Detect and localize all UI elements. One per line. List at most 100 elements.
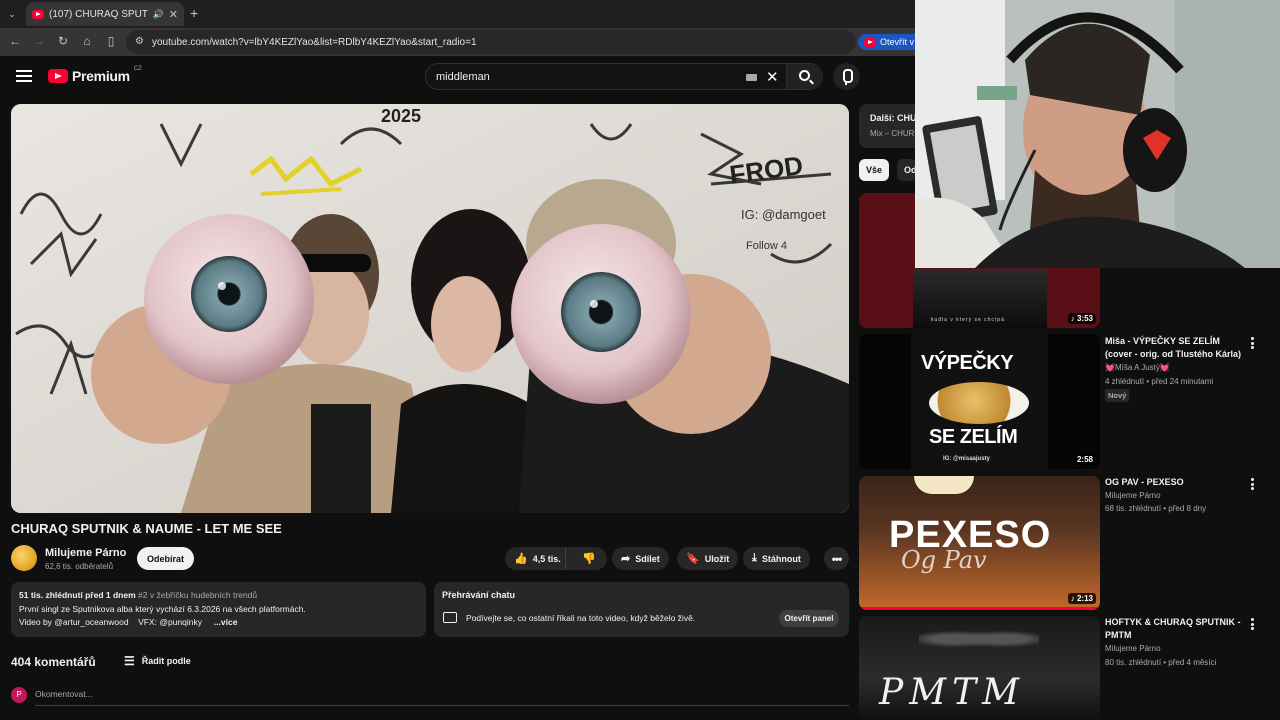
- bookmark-icon: 🔖: [686, 553, 700, 565]
- video-duration: ♪ 2:13: [1067, 593, 1096, 604]
- music-note-icon: ♪: [1070, 594, 1075, 603]
- like-dislike-group: 👍 4,5 tis. 👎: [505, 547, 607, 570]
- clear-search-icon[interactable]: ✕: [766, 68, 779, 86]
- keyboard-icon[interactable]: [746, 74, 757, 81]
- new-tab-button[interactable]: +: [190, 5, 198, 21]
- like-count: 4,5 tis.: [532, 553, 561, 564]
- search-icon: [799, 70, 810, 81]
- thumbnail-handle: IG: @misaajusty: [943, 456, 990, 462]
- thumbs-down-icon: 👎: [582, 553, 596, 565]
- share-label: Sdílet: [635, 553, 660, 564]
- chat-bubble-icon: [443, 612, 457, 623]
- youtube-logo-icon: [48, 69, 68, 83]
- search-button[interactable]: [786, 64, 823, 89]
- related-video-channel[interactable]: 💓Míša A Justý💓: [1105, 363, 1170, 372]
- related-video-thumbnail[interactable]: PEXESO Og Pav ♪ 2:13: [859, 476, 1100, 610]
- chip-all[interactable]: Vše: [859, 159, 890, 181]
- related-video-title[interactable]: HOFTYK & CHURAQ SPUTNIK - PMTM: [1105, 616, 1245, 641]
- thumbnail-title: PMTM: [879, 672, 1025, 713]
- comment-input[interactable]: Okomentovat...: [35, 689, 849, 706]
- related-video-title[interactable]: OG PAV - PEXESO: [1105, 476, 1245, 489]
- address-bar[interactable]: ⚙ youtube.com/watch?v=lbY4KEZlYao&list=R…: [126, 30, 856, 54]
- home-icon[interactable]: ⌂: [80, 34, 94, 48]
- more-vertical-icon[interactable]: [1251, 618, 1255, 630]
- video-player[interactable]: 2025 FROD IG: @damgoet Follow 4: [11, 104, 849, 513]
- trend-badge[interactable]: #2 v žebříčku hudebních trendů: [138, 590, 257, 600]
- more-horizontal-icon: •••: [831, 551, 843, 566]
- hamburger-menu-icon[interactable]: [16, 70, 32, 82]
- thumbnail-lamp: [914, 476, 974, 494]
- voice-search-mic-icon[interactable]: [833, 63, 860, 90]
- related-video-meta: 68 tis. zhlédnutí • před 8 dny: [1105, 504, 1207, 513]
- youtube-header: Premium CZ middleman ✕: [0, 56, 915, 98]
- share-icon: ➦: [621, 553, 631, 565]
- search-input[interactable]: middleman: [436, 71, 490, 83]
- back-arrow-icon[interactable]: ←: [8, 34, 22, 48]
- description-box[interactable]: 51 tis. zhlédnutí před 1 dnem #2 v žebří…: [11, 582, 426, 637]
- playlist-next-panel[interactable]: Další: CHU Mix – CHUR: [859, 104, 919, 148]
- download-label: Stáhnout: [761, 553, 801, 564]
- like-button[interactable]: 👍 4,5 tis.: [505, 547, 567, 570]
- watch-progress-bar: [859, 607, 1100, 610]
- related-video-channel[interactable]: Milujeme Párno: [1105, 644, 1161, 653]
- save-button[interactable]: 🔖 Uložit: [677, 547, 739, 570]
- chip-from[interactable]: Od: [897, 159, 917, 181]
- more-actions-button[interactable]: •••: [824, 547, 849, 570]
- related-video-meta: 4 zhlédnutí • před 24 minutami: [1105, 377, 1214, 386]
- duration-text: 2:13: [1076, 594, 1093, 603]
- site-info-icon[interactable]: ⚙: [135, 36, 144, 47]
- next-up-label: Další: CHU: [870, 113, 917, 123]
- description-credits: Video by @artur_oceanwood VFX: @punqinky…: [19, 616, 418, 630]
- sort-label: Řadit podle: [141, 656, 191, 666]
- user-avatar: P: [11, 687, 27, 703]
- speaker-icon[interactable]: 🔊: [153, 9, 164, 20]
- dislike-button[interactable]: 👎: [571, 547, 607, 570]
- logo-text: Premium: [72, 68, 130, 84]
- thumbs-up-icon: 👍: [514, 553, 528, 565]
- credit-vfx: VFX: @punqinky: [138, 617, 202, 627]
- chat-replay-title: Přehrávání chatu: [442, 590, 516, 600]
- webcam-frame: [915, 0, 1280, 268]
- browser-tab-active[interactable]: (107) CHURAQ SPUTNIK & 🔊 ✕: [26, 2, 184, 26]
- related-video-meta: 80 tis. zhlédnutí • před 4 měsíci: [1105, 658, 1217, 667]
- thumbnail-food: [929, 382, 1029, 424]
- related-video-title[interactable]: Miša - VÝPEČKY SE ZELÍM (cover - orig. o…: [1105, 335, 1245, 360]
- thumbnail-image: VÝPEČKY SE ZELÍM IG: @misaajusty: [911, 334, 1048, 469]
- download-button[interactable]: ⤓ Stáhnout: [743, 547, 810, 570]
- chat-replay-text: Podívejte se, co ostatní říkali na toto …: [466, 613, 696, 623]
- thumbnail-script: Og Pav: [901, 546, 987, 574]
- comments-count: 404 komentářů: [11, 655, 96, 669]
- related-video-thumbnail[interactable]: PMTM: [859, 616, 1100, 720]
- search-box[interactable]: middleman ✕: [425, 63, 823, 90]
- music-note-icon: ♪: [1070, 314, 1075, 323]
- credit-video: Video by @artur_oceanwood: [19, 617, 129, 627]
- channel-avatar[interactable]: [11, 545, 37, 571]
- related-video-thumbnail[interactable]: VÝPEČKY SE ZELÍM IG: @misaajusty 2:58: [859, 334, 1100, 469]
- description-text: První singl ze Sputnikova alba který vyc…: [19, 603, 306, 614]
- youtube-premium-logo[interactable]: Premium CZ: [48, 66, 142, 84]
- youtube-favicon-icon: [32, 9, 44, 19]
- sort-by-button[interactable]: ☰ Řadit podle: [124, 654, 191, 668]
- new-badge: Nový: [1105, 389, 1130, 402]
- open-panel-button[interactable]: Otevřít panel: [779, 610, 839, 627]
- show-more-link[interactable]: ...více: [214, 617, 238, 627]
- reload-icon[interactable]: ↻: [56, 34, 70, 48]
- video-title: CHURAQ SPUTNIK & NAUME - LET ME SEE: [11, 521, 282, 536]
- related-video-channel[interactable]: Milujeme Párno: [1105, 491, 1161, 500]
- share-button[interactable]: ➦ Sdílet: [612, 547, 669, 570]
- thumbnail-figures: [919, 624, 1039, 654]
- chat-replay-box: Přehrávání chatu Podívejte se, co ostatn…: [434, 582, 849, 637]
- duration-text: 3:53: [1076, 314, 1093, 323]
- more-vertical-icon[interactable]: [1251, 337, 1255, 349]
- tab-list-chevron-icon[interactable]: ⌄: [6, 8, 18, 20]
- view-stats: 51 tis. zhlédnutí před 1 dnem: [19, 590, 136, 600]
- forward-arrow-icon[interactable]: →: [32, 34, 46, 48]
- youtube-app-icon: [864, 37, 876, 47]
- graffiti-handle: IG: @damgoet: [741, 207, 826, 222]
- tab-close-icon[interactable]: ✕: [169, 8, 178, 21]
- next-up-subtitle: Mix – CHUR: [870, 129, 915, 138]
- channel-name[interactable]: Milujeme Párno: [45, 547, 126, 559]
- split-view-icon[interactable]: ▯: [104, 34, 118, 48]
- subscribe-button[interactable]: Odebírat: [137, 547, 194, 570]
- more-vertical-icon[interactable]: [1251, 478, 1255, 490]
